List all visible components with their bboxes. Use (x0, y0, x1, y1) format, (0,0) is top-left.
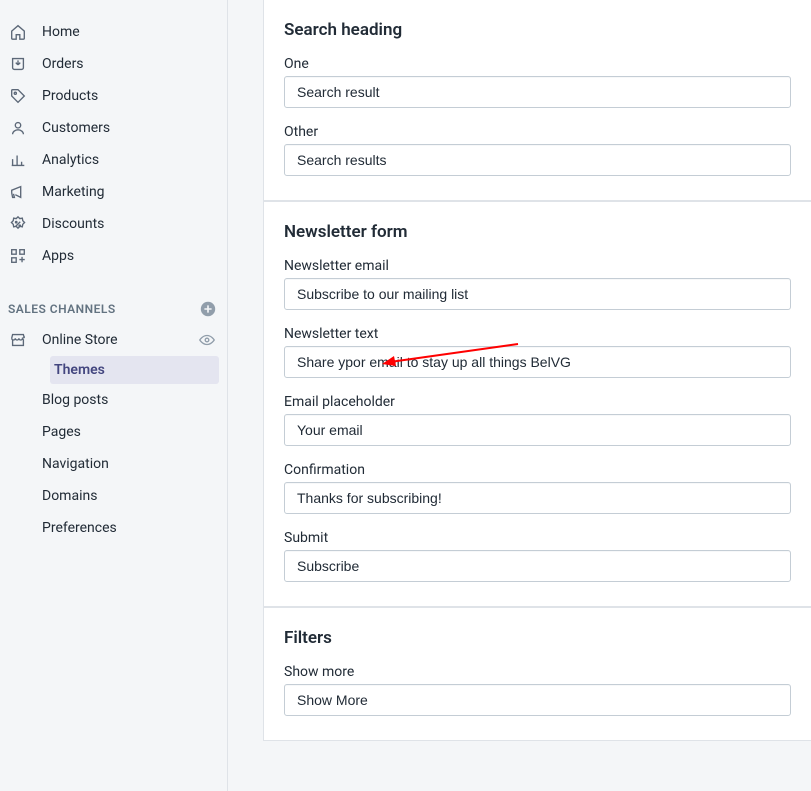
subnav-themes[interactable]: Themes (50, 356, 219, 384)
discount-icon (8, 214, 28, 234)
subnav-blog-posts[interactable]: Blog posts (42, 384, 227, 416)
nav-label: Apps (42, 248, 217, 264)
channel-label: Online Store (42, 332, 197, 348)
subnav-preferences[interactable]: Preferences (42, 512, 227, 544)
channel-online-store[interactable]: Online Store (0, 324, 227, 356)
online-store-subnav: Themes Blog posts Pages Navigation Domai… (0, 356, 227, 544)
input-search-one[interactable] (284, 76, 791, 108)
tag-icon (8, 86, 28, 106)
add-channel-button[interactable] (199, 300, 217, 318)
nav-home[interactable]: Home (0, 16, 227, 48)
input-submit-label[interactable] (284, 550, 791, 582)
megaphone-icon (8, 182, 28, 202)
section-search-heading: Search heading One Other (263, 0, 811, 201)
subnav-label: Pages (42, 424, 217, 440)
sidebar: Home Orders Products Customers Analytics (0, 0, 228, 791)
nav-analytics[interactable]: Analytics (0, 144, 227, 176)
field-label: Newsletter email (284, 258, 791, 274)
sales-channels-label: SALES CHANNELS (8, 302, 116, 316)
input-show-more[interactable] (284, 684, 791, 716)
store-icon (8, 330, 28, 350)
field-one: One (284, 56, 791, 108)
user-icon (8, 118, 28, 138)
input-search-other[interactable] (284, 144, 791, 176)
view-store-button[interactable] (197, 330, 217, 350)
field-label: Other (284, 124, 791, 140)
input-newsletter-text[interactable] (284, 346, 791, 378)
nav-apps[interactable]: Apps (0, 240, 227, 272)
home-icon (8, 22, 28, 42)
section-filters: Filters Show more (263, 607, 811, 741)
subnav-label: Themes (54, 362, 215, 378)
field-label: Confirmation (284, 462, 791, 478)
section-title: Search heading (284, 20, 791, 40)
section-title: Filters (284, 628, 791, 648)
nav-discounts[interactable]: Discounts (0, 208, 227, 240)
nav-label: Discounts (42, 216, 217, 232)
subnav-domains[interactable]: Domains (42, 480, 227, 512)
subnav-pages[interactable]: Pages (42, 416, 227, 448)
sales-channels-header: SALES CHANNELS (0, 294, 227, 324)
nav-customers[interactable]: Customers (0, 112, 227, 144)
input-email-placeholder[interactable] (284, 414, 791, 446)
field-submit: Submit (284, 530, 791, 582)
subnav-label: Preferences (42, 520, 217, 536)
nav-label: Products (42, 88, 217, 104)
apps-icon (8, 246, 28, 266)
nav-label: Home (42, 24, 217, 40)
input-confirmation[interactable] (284, 482, 791, 514)
nav-products[interactable]: Products (0, 80, 227, 112)
field-label: Email placeholder (284, 394, 791, 410)
field-show-more: Show more (284, 664, 791, 716)
field-other: Other (284, 124, 791, 176)
field-newsletter-text: Newsletter text (284, 326, 791, 378)
subnav-label: Blog posts (42, 392, 217, 408)
subnav-label: Domains (42, 488, 217, 504)
field-label: Newsletter text (284, 326, 791, 342)
nav-label: Orders (42, 56, 217, 72)
field-label: One (284, 56, 791, 72)
nav-label: Customers (42, 120, 217, 136)
main-content: Search heading One Other Newsletter form… (228, 0, 811, 791)
field-label: Show more (284, 664, 791, 680)
section-title: Newsletter form (284, 222, 791, 242)
field-confirmation: Confirmation (284, 462, 791, 514)
nav-label: Marketing (42, 184, 217, 200)
field-email-placeholder: Email placeholder (284, 394, 791, 446)
analytics-icon (8, 150, 28, 170)
field-label: Submit (284, 530, 791, 546)
orders-icon (8, 54, 28, 74)
subnav-navigation[interactable]: Navigation (42, 448, 227, 480)
section-newsletter-form: Newsletter form Newsletter email Newslet… (263, 201, 811, 607)
subnav-label: Navigation (42, 456, 217, 472)
field-newsletter-email: Newsletter email (284, 258, 791, 310)
nav-marketing[interactable]: Marketing (0, 176, 227, 208)
nav-orders[interactable]: Orders (0, 48, 227, 80)
nav-label: Analytics (42, 152, 217, 168)
input-newsletter-email[interactable] (284, 278, 791, 310)
